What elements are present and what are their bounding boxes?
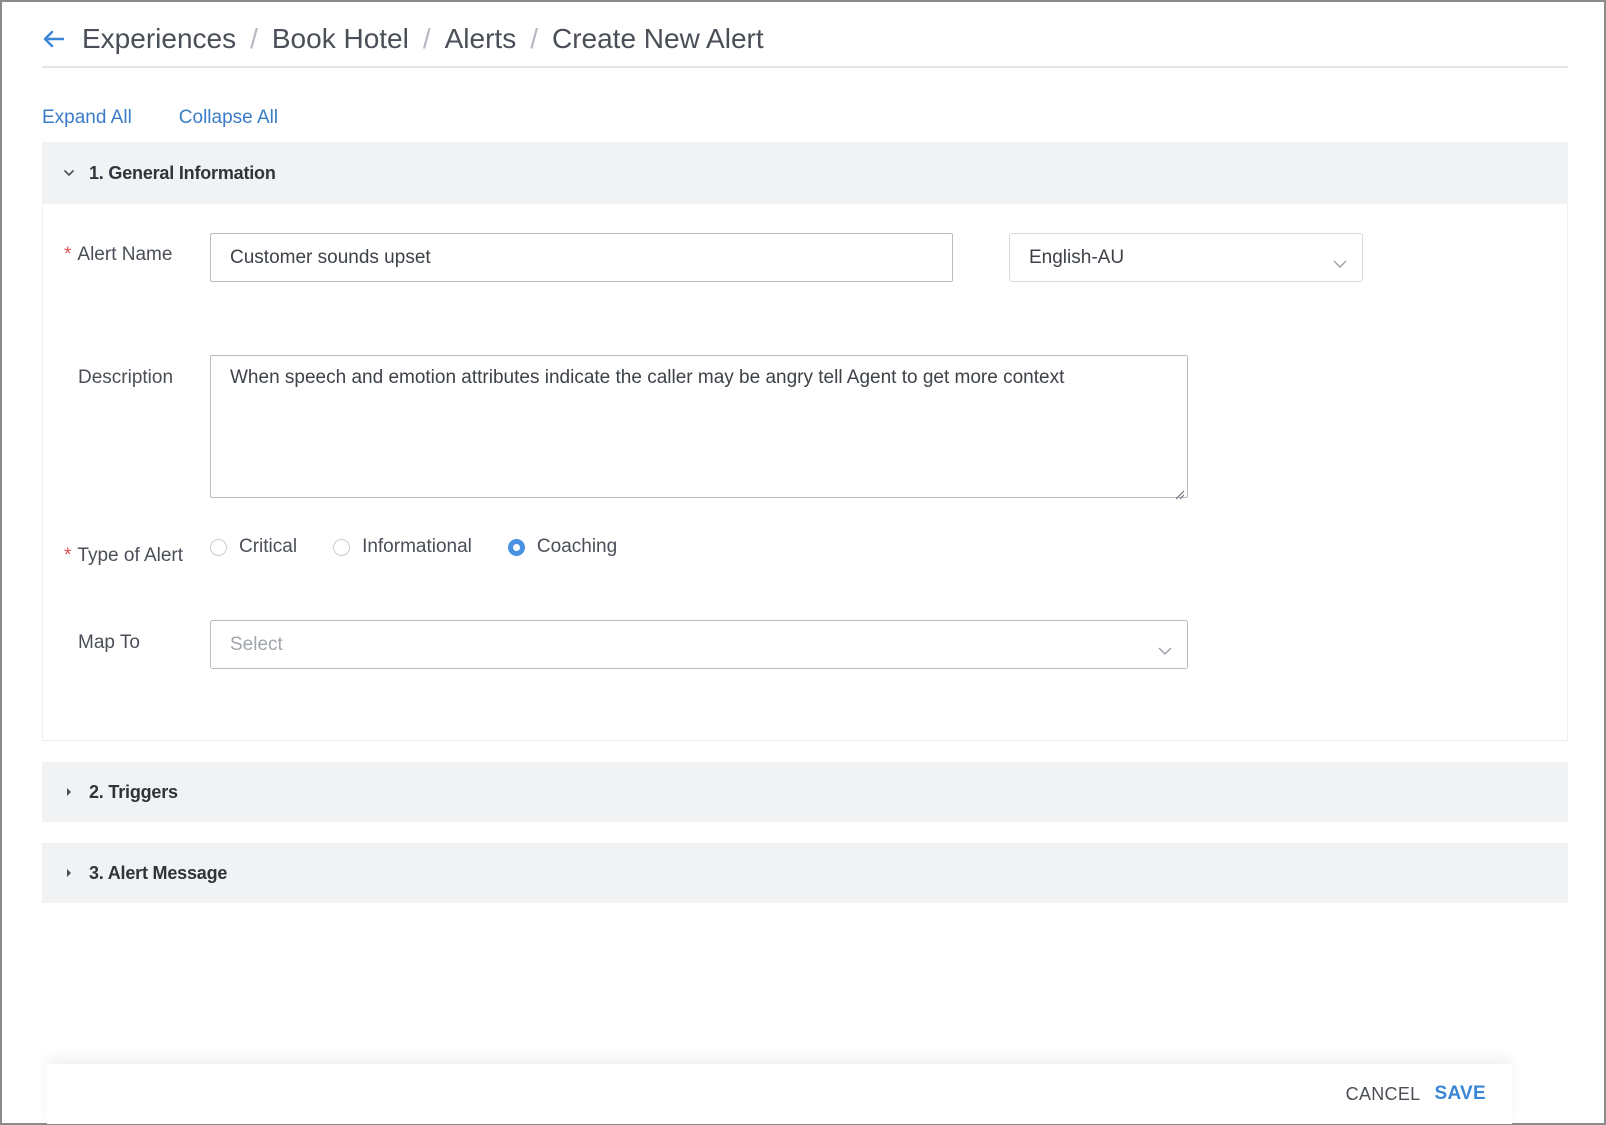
description-textarea[interactable]: When speech and emotion attributes indic… [210, 355, 1188, 500]
back-arrow-icon[interactable] [42, 27, 66, 51]
alert-name-label-text: Alert Name [77, 244, 173, 265]
breadcrumb-experiences[interactable]: Experiences [82, 23, 236, 55]
breadcrumb-separator: / [422, 23, 431, 54]
app-window: Experiences / Book Hotel / Alerts / Crea… [0, 0, 1606, 1125]
alert-name-label: * Alert Name [64, 244, 172, 266]
breadcrumb-alerts[interactable]: Alerts [445, 23, 517, 55]
type-of-alert-label: * Type of Alert [64, 545, 183, 567]
radio-critical[interactable]: Critical [210, 536, 297, 558]
section-general-information-body: * Alert Name Customer sounds upset Englis… [42, 204, 1568, 741]
description-label: Description [78, 367, 174, 388]
footer-action-bar: CANCEL SAVE [47, 1064, 1512, 1124]
section-title: 2. Triggers [89, 781, 178, 802]
expand-collapse-controls: Expand All Collapse All [42, 107, 278, 129]
section-general-information-header[interactable]: 1. General Information [42, 142, 1568, 204]
radio-critical-label: Critical [239, 536, 298, 557]
breadcrumb: Experiences / Book Hotel / Alerts / Crea… [42, 12, 1568, 68]
breadcrumb-separator: / [530, 23, 538, 54]
required-marker: * [64, 244, 72, 265]
breadcrumb-book-hotel[interactable]: Book Hotel [272, 23, 409, 55]
map-to-placeholder: Select [230, 633, 283, 655]
type-of-alert-label-text: Type of Alert [77, 545, 184, 566]
page-title: Create New Alert [551, 23, 764, 54]
section-triggers-header[interactable]: 2. Triggers [42, 762, 1568, 822]
chevron-down-icon [1332, 253, 1348, 268]
cancel-button[interactable]: CANCEL [1346, 1084, 1421, 1105]
breadcrumb-separator: / [250, 23, 258, 54]
radio-coaching[interactable]: Coaching [507, 536, 618, 558]
description-value: When speech and emotion attributes indic… [230, 367, 1065, 388]
required-marker: * [64, 545, 72, 566]
language-select-value: English-AU [1029, 246, 1125, 268]
section-title: 1. General Information [89, 162, 276, 183]
alert-type-radio-group: Critical Informational Coaching [210, 536, 653, 558]
map-to-label: Map To [78, 632, 140, 653]
caret-right-icon [59, 787, 79, 797]
caret-right-icon [59, 868, 79, 878]
radio-coaching-label: Coaching [536, 536, 618, 557]
radio-informational[interactable]: Informational [333, 536, 472, 558]
save-button[interactable]: SAVE [1434, 1083, 1486, 1105]
radio-informational-label: Informational [362, 536, 472, 557]
chevron-down-icon [1157, 640, 1173, 655]
radio-unchecked-icon [210, 538, 227, 556]
map-to-select[interactable]: Select [210, 620, 1188, 669]
radio-checked-icon [507, 538, 525, 556]
section-alert-message-header[interactable]: 3. Alert Message [42, 843, 1568, 903]
expand-all-link[interactable]: Expand All [42, 107, 132, 129]
chevron-down-icon [59, 169, 79, 177]
resize-handle-icon[interactable] [1173, 483, 1185, 500]
radio-unchecked-icon [333, 538, 351, 556]
alert-name-value: Customer sounds upset [230, 246, 431, 268]
collapse-all-link[interactable]: Collapse All [179, 107, 278, 129]
alert-name-input[interactable]: Customer sounds upset [210, 233, 953, 282]
section-title: 3. Alert Message [89, 862, 228, 883]
language-select[interactable]: English-AU [1009, 233, 1363, 282]
